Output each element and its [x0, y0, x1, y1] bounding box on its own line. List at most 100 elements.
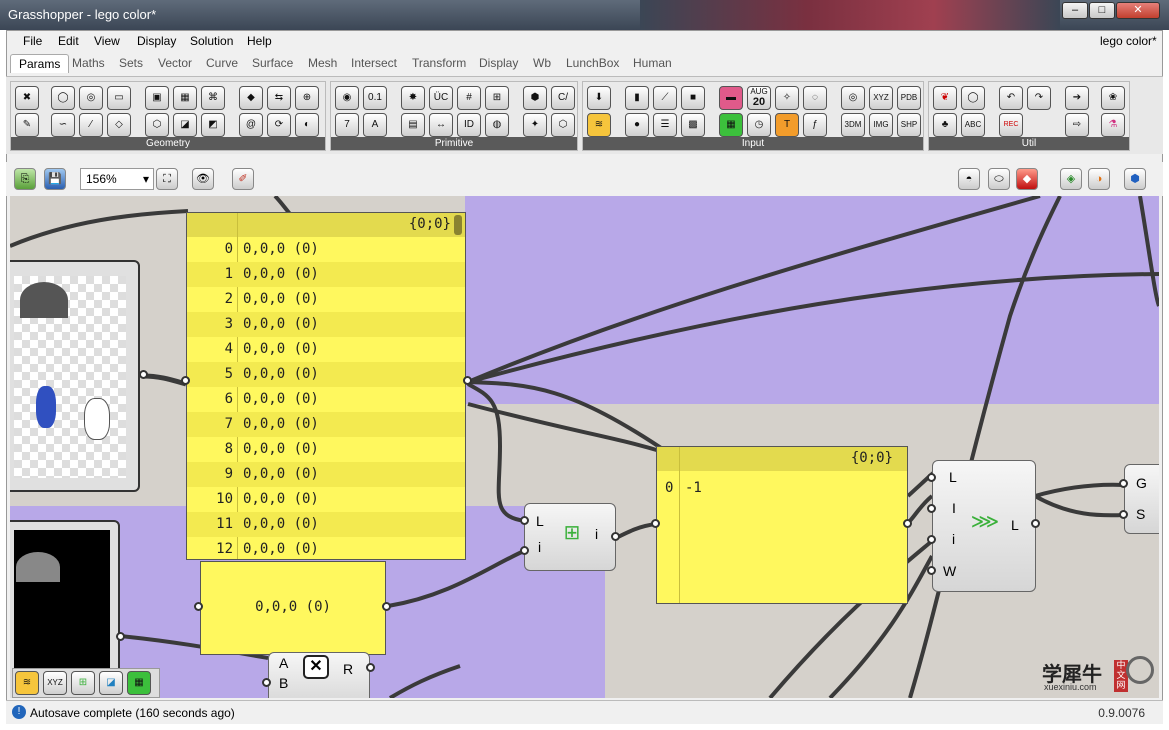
colour-wheel-icon[interactable]: ◌: [803, 86, 827, 110]
graph-mapper-icon[interactable]: ✧: [775, 86, 799, 110]
location-param-icon[interactable]: ◐: [295, 113, 319, 137]
replace-port-i[interactable]: [927, 535, 936, 544]
tab-lunchbox[interactable]: LunchBox: [566, 56, 619, 70]
tab-params[interactable]: Params: [10, 54, 70, 73]
member-index-port-out[interactable]: [611, 532, 620, 541]
interval-param-icon[interactable]: ↔: [429, 113, 453, 137]
zoom-select[interactable]: 156% ▾: [80, 168, 154, 190]
member-index-port-i[interactable]: [520, 546, 529, 555]
member-index-component[interactable]: L i ⊞ i: [524, 503, 616, 571]
output-port-s[interactable]: [1119, 510, 1128, 519]
toggle-icon[interactable]: ▮: [625, 86, 649, 110]
point-param-icon[interactable]: ⊕: [295, 86, 319, 110]
group-param-icon[interactable]: ⟳: [267, 113, 291, 137]
brep-param-icon[interactable]: ⬡: [145, 113, 169, 137]
transform-param-icon[interactable]: ◆: [239, 86, 263, 110]
preview-mesh-icon[interactable]: ⬭: [988, 168, 1010, 190]
preview-wire-icon[interactable]: ◓: [958, 168, 980, 190]
tree-icon[interactable]: ♣: [933, 113, 957, 137]
number-param-icon[interactable]: 0.1: [363, 86, 387, 110]
output-port-list-panel[interactable]: [463, 376, 472, 385]
image-preview-top[interactable]: [10, 260, 140, 492]
guid-param-icon[interactable]: ID: [457, 113, 481, 137]
replace-items-component[interactable]: L I i W ⋙ L: [932, 460, 1036, 592]
colour-param-icon[interactable]: ◍: [485, 113, 509, 137]
tab-maths[interactable]: Maths: [72, 56, 105, 70]
replace-port-w[interactable]: [927, 566, 936, 575]
xor-component[interactable]: A B ✕ R: [268, 652, 370, 698]
tab-sets[interactable]: Sets: [119, 56, 143, 70]
panel-icon[interactable]: ■: [681, 86, 705, 110]
output-port-single-panel[interactable]: [382, 602, 391, 611]
tab-curve[interactable]: Curve: [206, 56, 238, 70]
button-icon[interactable]: ●: [625, 113, 649, 137]
xyz-icon[interactable]: XYZ: [869, 86, 893, 110]
menu-edit[interactable]: Edit: [58, 34, 79, 48]
generic-param-icon[interactable]: ⬢: [523, 86, 547, 110]
save-file-icon[interactable]: 💾: [44, 168, 66, 190]
gradient-icon[interactable]: ≋: [587, 113, 611, 137]
hexagon-param-icon[interactable]: ⬡: [551, 113, 575, 137]
mini-gradient-icon[interactable]: ≋: [15, 671, 39, 695]
file-path-param-icon[interactable]: C/: [551, 86, 575, 110]
boolean-param-icon[interactable]: ◉: [335, 86, 359, 110]
minimize-button[interactable]: –: [1062, 2, 1088, 19]
sketch-pen-icon[interactable]: ✐: [232, 168, 254, 190]
shp-icon[interactable]: SHP: [897, 113, 921, 137]
calendar-icon[interactable]: AUG 20: [747, 86, 771, 110]
clock-icon[interactable]: ◷: [747, 113, 771, 137]
flask-icon[interactable]: ⚗: [1101, 113, 1125, 137]
geometry-cancel-icon[interactable]: ✖: [15, 86, 39, 110]
output-port-index-panel[interactable]: [903, 519, 912, 528]
integer-param-icon[interactable]: 7: [335, 113, 359, 137]
culture-param-icon[interactable]: ÜC: [429, 86, 453, 110]
data-panel-list[interactable]: {0;0} 0 0,0,0 (0) 1 0,0,0 (0) 2 0,0,0 (0) 3 0,0…: [186, 212, 466, 560]
geometry-misc-icon[interactable]: ◩: [201, 113, 225, 137]
swatch-icon[interactable]: ▩: [681, 113, 705, 137]
menu-display[interactable]: Display: [137, 34, 176, 48]
geometry-pen-icon[interactable]: ✎: [15, 113, 39, 137]
matrix-param-icon[interactable]: #: [457, 86, 481, 110]
display-mode-icon[interactable]: ⬢: [1124, 168, 1146, 190]
input-port-single-panel[interactable]: [194, 602, 203, 611]
member-index-port-l[interactable]: [520, 516, 529, 525]
record-icon[interactable]: REC: [999, 113, 1023, 137]
value-list-icon[interactable]: ☰: [653, 113, 677, 137]
function-icon[interactable]: ƒ: [803, 113, 827, 137]
output-port-image-2[interactable]: [116, 632, 125, 641]
mini-xyz-icon[interactable]: XYZ: [43, 671, 67, 695]
field-param-icon[interactable]: ⌘: [201, 86, 225, 110]
xor-port-b[interactable]: [262, 678, 271, 687]
replace-port-i-upper[interactable]: [927, 504, 936, 513]
loop-icon[interactable]: ◯: [961, 86, 985, 110]
import-icon[interactable]: ⬇: [587, 86, 611, 110]
cherries-icon[interactable]: ❦: [933, 86, 957, 110]
slider-icon[interactable]: ⟋: [653, 86, 677, 110]
panel-scrollbar[interactable]: [454, 215, 462, 235]
md-slider-icon[interactable]: T: [775, 113, 799, 137]
undo-icon[interactable]: ↶: [999, 86, 1023, 110]
target-icon[interactable]: ◎: [841, 86, 865, 110]
arc-param-icon[interactable]: ◎: [79, 86, 103, 110]
grasshopper-canvas[interactable]: {0;0} 0 0,0,0 (0) 1 0,0,0 (0) 2 0,0,0 (0) 3 0,0…: [10, 196, 1159, 698]
output-port-image[interactable]: [139, 370, 148, 379]
time-param-icon[interactable]: ⊞: [485, 86, 509, 110]
plane-param-icon[interactable]: ◇: [107, 113, 131, 137]
data-panel-index[interactable]: {0;0} 0 -1: [656, 446, 908, 604]
vector-param-icon[interactable]: ⇆: [267, 86, 291, 110]
tab-mesh[interactable]: Mesh: [308, 56, 337, 70]
mini-image-icon[interactable]: ◪: [99, 671, 123, 695]
data-param-icon[interactable]: ✦: [523, 113, 547, 137]
img-icon[interactable]: IMG: [869, 113, 893, 137]
line-param-icon[interactable]: ⁄: [79, 113, 103, 137]
preview-shaded-icon[interactable]: ◆: [1016, 168, 1038, 190]
tab-human[interactable]: Human: [633, 56, 672, 70]
rectangle-param-icon[interactable]: ▭: [107, 86, 131, 110]
shader-param-icon[interactable]: ✸: [401, 86, 425, 110]
tab-vector[interactable]: Vector: [158, 56, 192, 70]
tab-intersect[interactable]: Intersect: [351, 56, 397, 70]
3dm-icon[interactable]: 3DM: [841, 113, 865, 137]
replace-port-l[interactable]: [927, 473, 936, 482]
redo-icon[interactable]: ↷: [1027, 86, 1051, 110]
tab-display[interactable]: Display: [479, 56, 518, 70]
